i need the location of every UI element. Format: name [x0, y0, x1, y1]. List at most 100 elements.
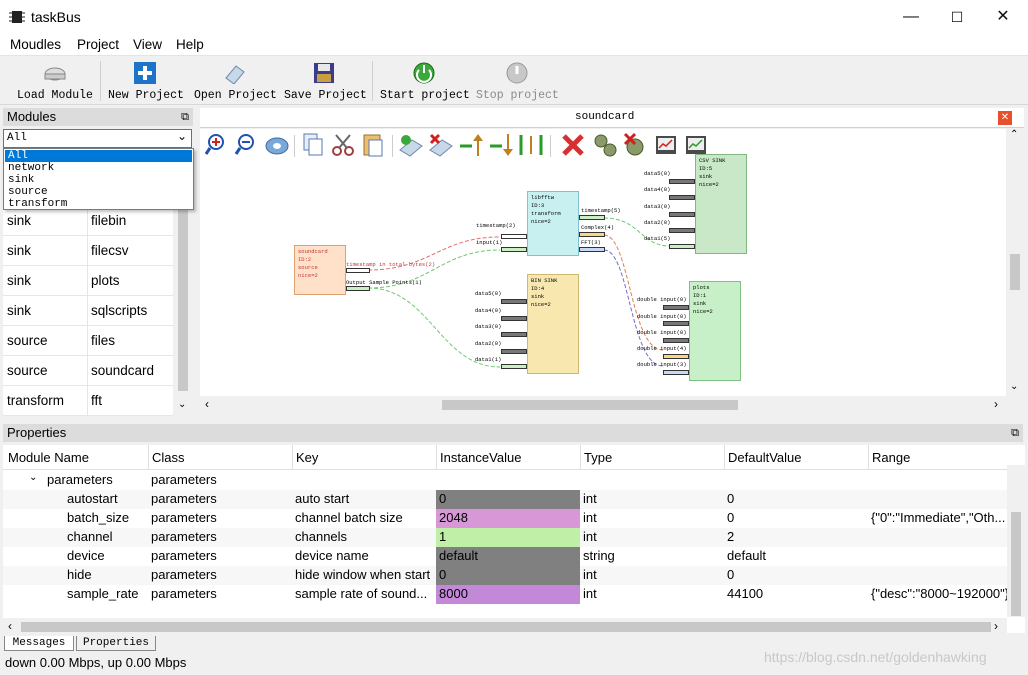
- move-up-icon[interactable]: [458, 132, 484, 158]
- input-port[interactable]: [669, 244, 695, 249]
- column-header[interactable]: Class: [152, 450, 185, 465]
- paste-icon[interactable]: [360, 132, 386, 158]
- canvas-tab-title[interactable]: soundcard: [575, 111, 634, 123]
- input-port[interactable]: [663, 354, 689, 359]
- table-row[interactable]: sink filecsv: [3, 236, 173, 266]
- table-row[interactable]: hide parameters hide window when start 0…: [3, 566, 1007, 585]
- bin-sink-block[interactable]: BIN SINK ID:4 sink nice=2: [527, 274, 579, 374]
- chevron-down-icon[interactable]: ⌄: [178, 399, 186, 410]
- zoom-reset-icon[interactable]: [264, 132, 290, 158]
- menu-moudles[interactable]: Moudles: [10, 37, 61, 52]
- chevron-down-icon[interactable]: ⌄: [29, 472, 37, 483]
- dropdown-option[interactable]: transform: [5, 198, 192, 210]
- instance-value-cell[interactable]: default: [436, 547, 580, 566]
- monitor-out-icon[interactable]: [684, 132, 710, 158]
- float-panel-icon[interactable]: ⧉: [181, 108, 189, 126]
- open-project-button[interactable]: Open Project: [194, 59, 277, 103]
- save-project-button[interactable]: Save Project: [284, 59, 367, 103]
- dropdown-option[interactable]: All: [5, 150, 192, 162]
- input-port[interactable]: [669, 195, 695, 200]
- input-port[interactable]: [501, 234, 527, 239]
- input-port[interactable]: [663, 370, 689, 375]
- column-header[interactable]: Key: [296, 450, 318, 465]
- output-port[interactable]: [579, 247, 605, 252]
- monitor-in-icon[interactable]: [654, 132, 680, 158]
- scrollbar-thumb[interactable]: [1011, 512, 1021, 616]
- delete-icon[interactable]: [560, 132, 586, 158]
- properties-vertical-scrollbar[interactable]: [1007, 465, 1025, 617]
- close-tab-icon[interactable]: ✕: [998, 111, 1012, 125]
- copy-icon[interactable]: [300, 132, 326, 158]
- output-port[interactable]: [346, 286, 370, 291]
- zoom-out-icon[interactable]: [234, 132, 260, 158]
- table-row[interactable]: sink sqlscripts: [3, 296, 173, 326]
- instance-value-cell[interactable]: 1: [436, 528, 580, 547]
- scissors-icon[interactable]: [330, 132, 356, 158]
- output-port[interactable]: [579, 215, 605, 220]
- properties-horizontal-scrollbar[interactable]: ‹ ›: [3, 618, 1007, 636]
- menu-project[interactable]: Project: [77, 37, 119, 52]
- instance-value-cell[interactable]: 0: [436, 566, 580, 585]
- tab-messages[interactable]: Messages: [4, 636, 74, 651]
- fit-width-icon[interactable]: [518, 132, 544, 158]
- add-link-icon[interactable]: [398, 132, 424, 158]
- menu-help[interactable]: Help: [176, 37, 204, 52]
- chevron-right-icon[interactable]: ›: [994, 619, 998, 633]
- maximize-button[interactable]: ☐: [934, 0, 980, 34]
- input-port[interactable]: [501, 364, 527, 369]
- input-port[interactable]: [663, 305, 689, 310]
- instance-value-cell[interactable]: 0: [436, 490, 580, 509]
- stop-project-button[interactable]: Stop project: [476, 59, 559, 103]
- input-port[interactable]: [663, 321, 689, 326]
- output-port[interactable]: [579, 232, 605, 237]
- output-port[interactable]: [346, 268, 370, 273]
- column-header[interactable]: InstanceValue: [440, 450, 521, 465]
- gears-icon[interactable]: [592, 132, 618, 158]
- instance-value-cell[interactable]: 2048: [436, 509, 580, 528]
- start-project-button[interactable]: Start project: [380, 59, 470, 103]
- move-down-icon[interactable]: [488, 132, 514, 158]
- scrollbar-thumb[interactable]: [442, 400, 738, 410]
- input-port[interactable]: [669, 212, 695, 217]
- libfftw-block[interactable]: libfftw ID:3 transform nice=2: [527, 191, 579, 256]
- chevron-down-icon[interactable]: ⌄: [1010, 381, 1018, 392]
- table-row[interactable]: channel parameters channels 1 int 2: [3, 528, 1007, 547]
- menu-view[interactable]: View: [133, 37, 162, 52]
- float-panel-icon[interactable]: ⧉: [1011, 424, 1019, 442]
- scrollbar-thumb[interactable]: [1010, 254, 1020, 290]
- load-module-button[interactable]: Load Module: [14, 59, 96, 103]
- input-port[interactable]: [501, 332, 527, 337]
- dropdown-option[interactable]: source: [5, 186, 192, 198]
- column-header[interactable]: Module Name: [8, 450, 89, 465]
- canvas-horizontal-scrollbar[interactable]: ‹ ›: [200, 396, 1008, 414]
- table-row[interactable]: source files: [3, 326, 173, 356]
- canvas-vertical-scrollbar[interactable]: ⌃ ⌄: [1006, 129, 1024, 397]
- plots-block[interactable]: plots ID:1 sink nice=2: [689, 281, 741, 381]
- column-header[interactable]: Type: [584, 450, 612, 465]
- table-row[interactable]: sample_rate parameters sample rate of so…: [3, 585, 1007, 604]
- chevron-left-icon[interactable]: ‹: [8, 619, 12, 633]
- table-row[interactable]: autostart parameters auto start 0 int 0: [3, 490, 1007, 509]
- table-row[interactable]: source soundcard: [3, 356, 173, 386]
- table-row[interactable]: batch_size parameters channel batch size…: [3, 509, 1007, 528]
- column-header[interactable]: Range: [872, 450, 910, 465]
- close-button[interactable]: ✕: [980, 0, 1026, 34]
- group-row[interactable]: ⌄ parameters parameters: [3, 471, 1007, 490]
- scrollbar-thumb[interactable]: [21, 622, 991, 632]
- instance-value-cell[interactable]: 8000: [436, 585, 580, 604]
- dropdown-option[interactable]: network: [5, 162, 192, 174]
- remove-gears-icon[interactable]: [622, 132, 648, 158]
- chevron-down-icon[interactable]: ⌄: [177, 129, 187, 143]
- table-row[interactable]: transform fft: [3, 386, 173, 416]
- chevron-up-icon[interactable]: ⌃: [1010, 129, 1018, 140]
- input-port[interactable]: [663, 338, 689, 343]
- flow-canvas[interactable]: soundcard ID:2 source nice=2 timestamp i…: [200, 129, 1008, 396]
- input-port[interactable]: [501, 349, 527, 354]
- input-port[interactable]: [501, 247, 527, 252]
- input-port[interactable]: [501, 316, 527, 321]
- chevron-right-icon[interactable]: ›: [994, 397, 998, 411]
- soundcard-block[interactable]: soundcard ID:2 source nice=2: [294, 245, 346, 295]
- input-port[interactable]: [669, 228, 695, 233]
- table-row[interactable]: sink filebin: [3, 206, 173, 236]
- remove-link-icon[interactable]: [428, 132, 454, 158]
